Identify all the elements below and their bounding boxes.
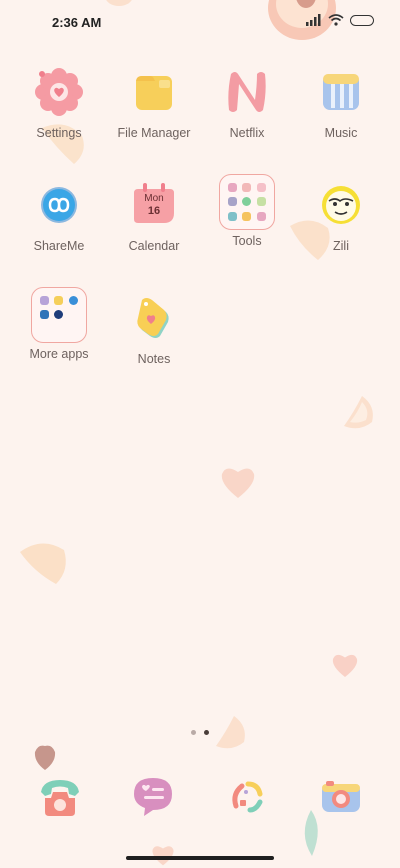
app-tools[interactable]: Tools <box>202 174 292 248</box>
signal-icon <box>306 14 321 26</box>
dock-camera[interactable] <box>316 772 366 822</box>
browser-icon <box>232 781 263 813</box>
app-label: Netflix <box>229 126 265 140</box>
netflix-icon <box>221 66 273 118</box>
status-bar: 2:36 AM <box>0 0 400 44</box>
status-time: 2:36 AM <box>52 15 102 30</box>
app-label: More apps <box>29 347 89 361</box>
heart-decoration-icon <box>152 846 174 866</box>
home-indicator[interactable] <box>126 856 274 860</box>
app-more-apps[interactable]: More apps <box>14 287 104 361</box>
folder-icon <box>128 66 180 118</box>
wifi-icon <box>328 14 344 26</box>
strawberry-decoration-icon <box>34 745 56 770</box>
camera-icon <box>322 781 360 812</box>
calendar-date: 16 <box>147 205 161 217</box>
app-notes[interactable]: Notes <box>109 292 199 366</box>
page-dot-active[interactable] <box>204 730 209 735</box>
heart-decoration-icon <box>221 468 255 498</box>
messages-icon <box>134 778 172 816</box>
dock-phone[interactable] <box>35 772 85 822</box>
settings-icon <box>33 66 85 118</box>
app-label: Calendar <box>128 239 180 253</box>
shareme-icon <box>33 179 85 231</box>
app-label: Music <box>324 126 358 140</box>
app-label: Settings <box>36 126 82 140</box>
app-calendar[interactable]: Mon 16 Calendar <box>109 179 199 253</box>
calendar-icon: Mon 16 <box>128 179 180 231</box>
music-icon <box>315 66 367 118</box>
zili-icon <box>315 179 367 231</box>
app-label: Notes <box>137 352 171 366</box>
app-label: ShareMe <box>33 239 85 253</box>
app-shareme[interactable]: ShareMe <box>14 179 104 253</box>
app-netflix[interactable]: Netflix <box>202 66 292 140</box>
more-apps-folder-icon <box>31 287 87 343</box>
page-dot[interactable] <box>191 730 196 735</box>
notes-icon <box>128 292 180 344</box>
app-zili[interactable]: Zili <box>296 179 386 253</box>
tools-folder-icon <box>219 174 275 230</box>
battery-icon <box>350 14 374 26</box>
app-label: Tools <box>232 234 262 248</box>
peach-slice-decoration-icon <box>344 396 373 429</box>
app-label: File Manager <box>117 126 191 140</box>
phone-icon <box>41 780 79 816</box>
app-file-manager[interactable]: File Manager <box>109 66 199 140</box>
peach-slice-decoration-icon <box>20 543 66 584</box>
app-label: Zili <box>333 239 349 253</box>
dock <box>0 772 400 822</box>
dock-browser[interactable] <box>222 772 272 822</box>
calendar-day: Mon <box>144 193 164 204</box>
page-indicator <box>0 730 400 735</box>
app-music[interactable]: Music <box>296 66 386 140</box>
dock-messages[interactable] <box>128 772 178 822</box>
heart-decoration-icon <box>332 654 358 677</box>
app-settings[interactable]: Settings <box>14 66 104 140</box>
